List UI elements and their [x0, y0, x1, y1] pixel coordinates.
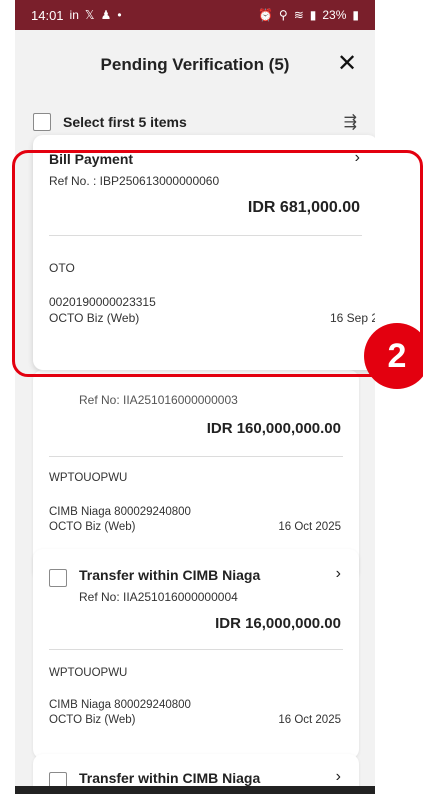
chevron-right-icon[interactable]: ›	[336, 768, 341, 786]
close-icon[interactable]: ✕	[335, 52, 359, 76]
wifi-icon: ≋	[293, 8, 304, 22]
card-amount: IDR 16,000,000.00	[215, 615, 341, 632]
battery-percent: 23%	[322, 8, 347, 22]
select-first-checkbox[interactable]	[33, 113, 51, 131]
card-divider	[49, 456, 343, 457]
card-checkbox[interactable]	[49, 569, 67, 587]
card-channel: OCTO Biz (Web)	[49, 714, 136, 726]
annotation-highlight-frame	[12, 150, 423, 377]
alarm-icon: ⏰	[257, 8, 273, 22]
status-time: 14:01	[31, 7, 64, 23]
status-right-icons: ⏰ ⚲ ≋ ▮ 23% ▮	[258, 8, 359, 22]
card-channel: OCTO Biz (Web)	[49, 521, 136, 533]
x-icon: 𝕏	[84, 8, 95, 22]
card-ref: Ref No: IIA251016000000004	[79, 590, 238, 604]
card-divider	[49, 649, 343, 650]
card-account: CIMB Niaga 800029240800	[49, 506, 191, 518]
select-first-label[interactable]: Select first 5 items	[63, 114, 187, 130]
signal-icon: ▮	[309, 8, 317, 22]
card-date: 16 Oct 2025	[278, 714, 341, 726]
card-amount: IDR 160,000,000.00	[206, 420, 341, 437]
sheet-title: Pending Verification (5)	[100, 55, 290, 74]
linkedin-icon: in	[69, 8, 79, 22]
card-remark: WPTOUOPWU	[49, 472, 128, 484]
card-type: Transfer within CIMB Niaga	[79, 770, 261, 786]
card-account: CIMB Niaga 800029240800	[49, 699, 191, 711]
bottom-sheet: Pending Verification (5) ✕ Select first …	[15, 30, 375, 794]
app-screen: 14:01 in 𝕏 ♟ • ⏰ ⚲ ≋ ▮ 23% ▮ Pending Ver…	[15, 0, 375, 794]
transaction-card[interactable]: Transfer within CIMB Niaga › Ref No: IIA…	[33, 549, 359, 759]
navigation-bar	[15, 786, 375, 794]
location-icon: ⚲	[278, 8, 288, 22]
card-date: 16 Oct 2025	[278, 521, 341, 533]
battery-icon: ▮	[352, 8, 359, 22]
card-remark: WPTOUOPWU	[49, 667, 128, 679]
step-number-badge: 2	[364, 323, 423, 389]
sheet-header: Pending Verification (5) ✕	[15, 30, 375, 100]
dot-icon: •	[117, 8, 122, 22]
chevron-right-icon[interactable]: ›	[336, 565, 341, 583]
card-type: Transfer within CIMB Niaga	[79, 567, 261, 583]
filter-icon[interactable]: ⇶	[344, 112, 357, 132]
status-left-icons: in 𝕏 ♟ •	[70, 8, 122, 22]
card-ref: Ref No: IIA251016000000003	[79, 393, 238, 407]
person-icon: ♟	[100, 8, 112, 22]
status-bar: 14:01 in 𝕏 ♟ • ⏰ ⚲ ≋ ▮ 23% ▮	[15, 0, 375, 30]
